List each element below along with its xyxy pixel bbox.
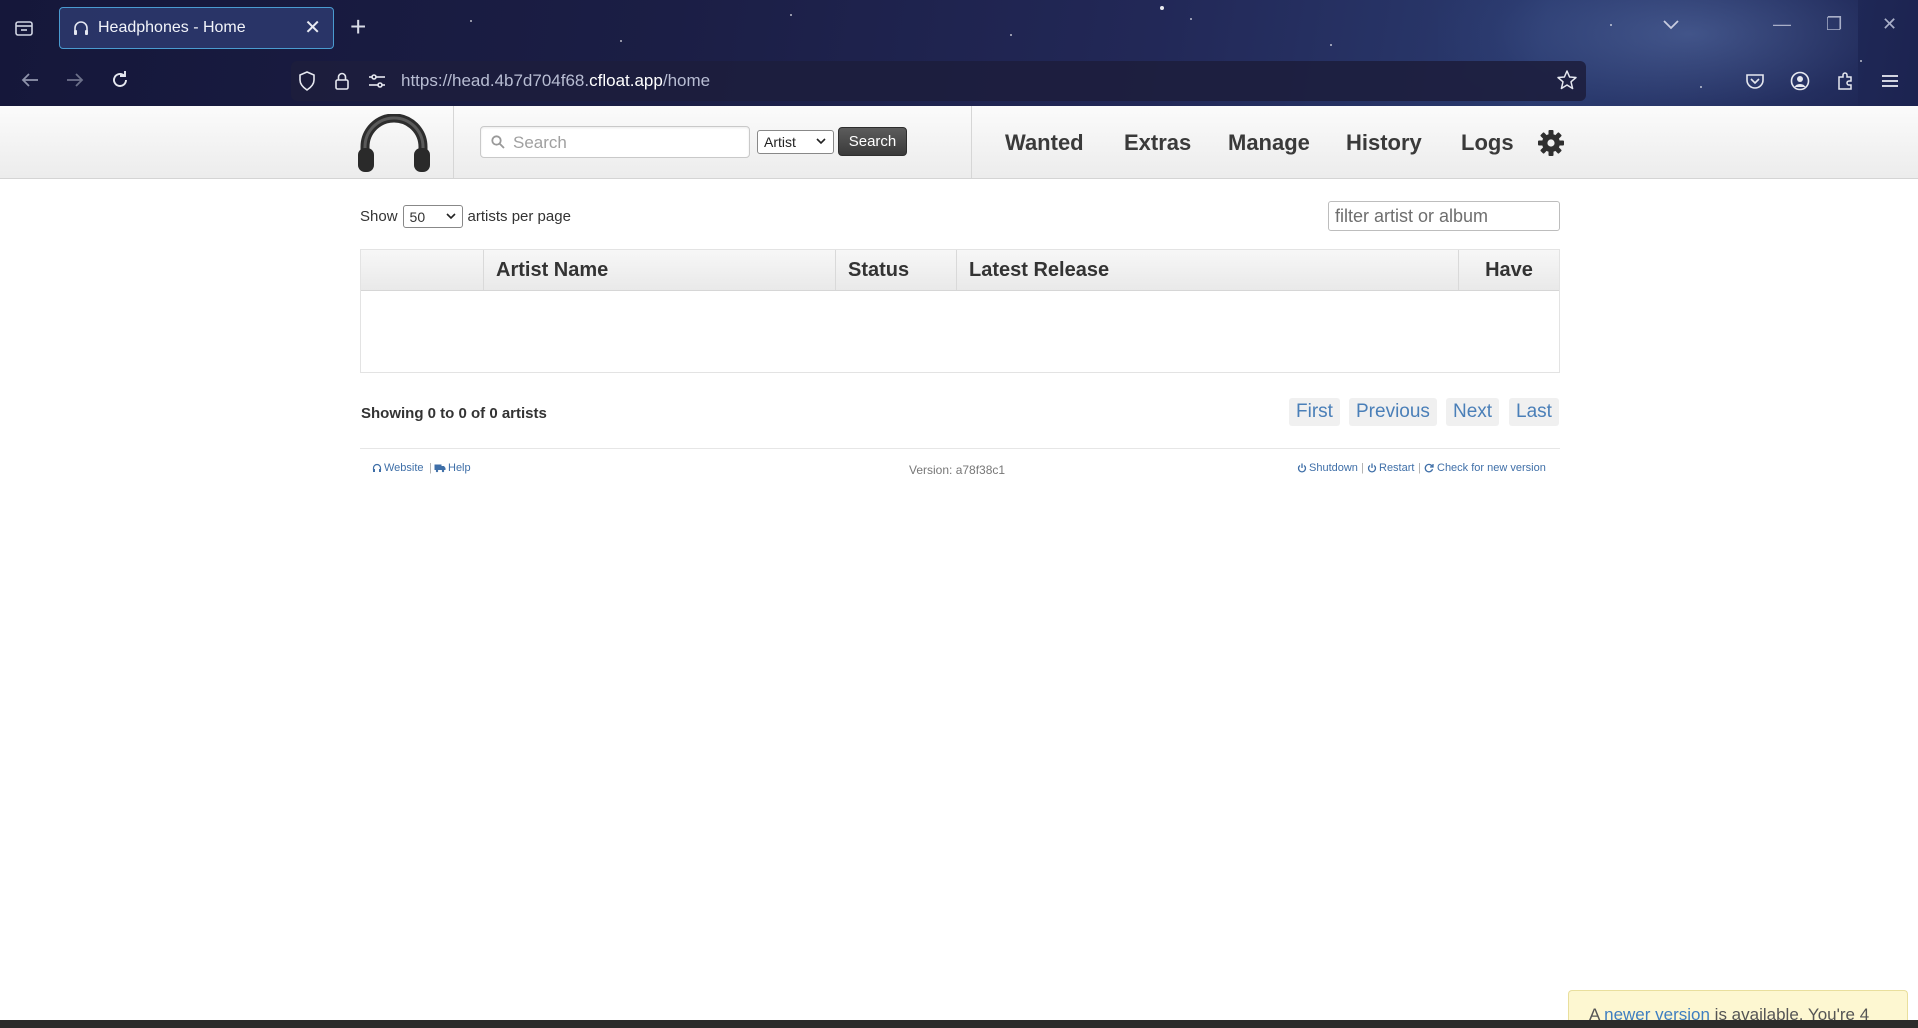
headphones-logo-icon[interactable] <box>355 114 433 174</box>
gear-icon[interactable] <box>1537 129 1565 157</box>
footer-separator: | <box>1418 462 1421 474</box>
chevron-down-icon[interactable] <box>1662 17 1680 35</box>
page-length-control: Show 50 artists per page <box>360 205 571 228</box>
nav-wanted[interactable]: Wanted <box>1005 130 1084 156</box>
table-info: Showing 0 to 0 of 0 artists <box>361 405 547 422</box>
website-link[interactable]: Website <box>372 462 424 474</box>
shutdown-link[interactable]: Shutdown <box>1297 462 1358 474</box>
pocket-icon[interactable] <box>1743 69 1767 93</box>
column-header-status[interactable]: Status <box>835 250 956 290</box>
column-header-latest-release[interactable]: Latest Release <box>956 250 1458 290</box>
show-label: Show <box>360 208 398 225</box>
browser-chrome: Headphones - Home ✕ + — ❐ ✕ https://head… <box>0 0 1918 106</box>
pagination-next-button[interactable]: Next <box>1446 398 1500 426</box>
restart-link[interactable]: Restart <box>1367 462 1414 474</box>
headphones-favicon-icon <box>74 21 88 35</box>
power-icon <box>1367 463 1377 473</box>
column-header-album-art[interactable] <box>361 250 483 290</box>
check-update-link-label: Check for new version <box>1437 462 1546 474</box>
chevron-down-icon <box>816 138 826 145</box>
url-text[interactable]: https://head.4b7d704f68.cfloat.app/home <box>401 71 710 91</box>
shutdown-link-label: Shutdown <box>1309 462 1358 474</box>
lock-icon[interactable] <box>331 70 353 92</box>
new-tab-icon[interactable]: + <box>350 12 366 42</box>
filter-input[interactable] <box>1328 201 1560 231</box>
permissions-icon[interactable] <box>366 70 388 92</box>
back-icon[interactable] <box>17 67 43 93</box>
footer-separator: | <box>429 462 432 474</box>
pagination-last-button[interactable]: Last <box>1509 398 1559 426</box>
footer-divider <box>360 448 1560 449</box>
search-type-select[interactable]: Artist <box>757 130 834 154</box>
account-icon[interactable] <box>1788 69 1812 93</box>
site-header: Artist Search Wanted Extras Manage Histo… <box>0 106 1918 179</box>
power-icon <box>1297 463 1307 473</box>
website-link-label: Website <box>384 462 424 474</box>
column-header-have[interactable]: Have <box>1458 250 1559 290</box>
artists-table: Artist Name Status Latest Release Have <box>360 249 1560 373</box>
footer-separator: | <box>1361 462 1364 474</box>
close-window-icon[interactable]: ✕ <box>1882 14 1897 35</box>
help-link-label: Help <box>448 462 471 474</box>
search-box[interactable] <box>480 126 750 158</box>
per-page-label: artists per page <box>467 208 571 225</box>
nav-logs[interactable]: Logs <box>1461 130 1514 156</box>
shield-icon[interactable] <box>296 70 318 92</box>
header-divider <box>453 106 454 178</box>
restore-icon[interactable]: ❐ <box>1826 14 1842 35</box>
search-type-value: Artist <box>764 134 796 150</box>
tab-title: Headphones - Home <box>98 19 246 36</box>
version-label: Version: a78f38c1 <box>909 463 1006 477</box>
ambulance-icon <box>434 464 446 473</box>
pagination-previous-button[interactable]: Previous <box>1349 398 1437 426</box>
refresh-icon <box>1424 463 1434 473</box>
column-header-artist-name[interactable]: Artist Name <box>483 250 835 290</box>
help-link[interactable]: Help <box>434 462 471 474</box>
list-all-tabs-icon[interactable] <box>12 16 36 40</box>
url-path: /home <box>662 71 711 90</box>
close-tab-icon[interactable]: ✕ <box>304 18 321 38</box>
nav-manage[interactable]: Manage <box>1228 130 1310 156</box>
chevron-down-icon <box>445 213 456 220</box>
search-button[interactable]: Search <box>838 127 907 156</box>
search-icon <box>491 135 505 149</box>
restart-link-label: Restart <box>1379 462 1415 474</box>
header-divider <box>971 106 972 178</box>
nav-extras[interactable]: Extras <box>1124 130 1191 156</box>
reload-icon[interactable] <box>107 67 133 93</box>
check-update-link[interactable]: Check for new version <box>1424 462 1546 474</box>
url-domain: cfloat.app <box>589 71 663 90</box>
per-page-select[interactable]: 50 <box>402 205 463 228</box>
hamburger-menu-icon[interactable] <box>1878 69 1902 93</box>
address-bar[interactable]: https://head.4b7d704f68.cfloat.app/home <box>291 61 1586 101</box>
minimize-icon[interactable]: — <box>1773 14 1791 35</box>
nav-history[interactable]: History <box>1346 130 1422 156</box>
per-page-value: 50 <box>409 208 426 225</box>
bookmark-star-icon[interactable] <box>1556 69 1578 96</box>
pagination-first-button[interactable]: First <box>1289 398 1340 426</box>
bottom-bar <box>0 1020 1918 1028</box>
headphones-small-icon <box>372 463 382 472</box>
url-prefix: https://head.4b7d704f68. <box>401 71 590 90</box>
browser-tab[interactable]: Headphones - Home ✕ <box>59 7 334 49</box>
search-input[interactable] <box>511 131 745 155</box>
extensions-icon[interactable] <box>1833 69 1857 93</box>
table-header: Artist Name Status Latest Release Have <box>361 250 1559 291</box>
forward-icon[interactable] <box>62 67 88 93</box>
